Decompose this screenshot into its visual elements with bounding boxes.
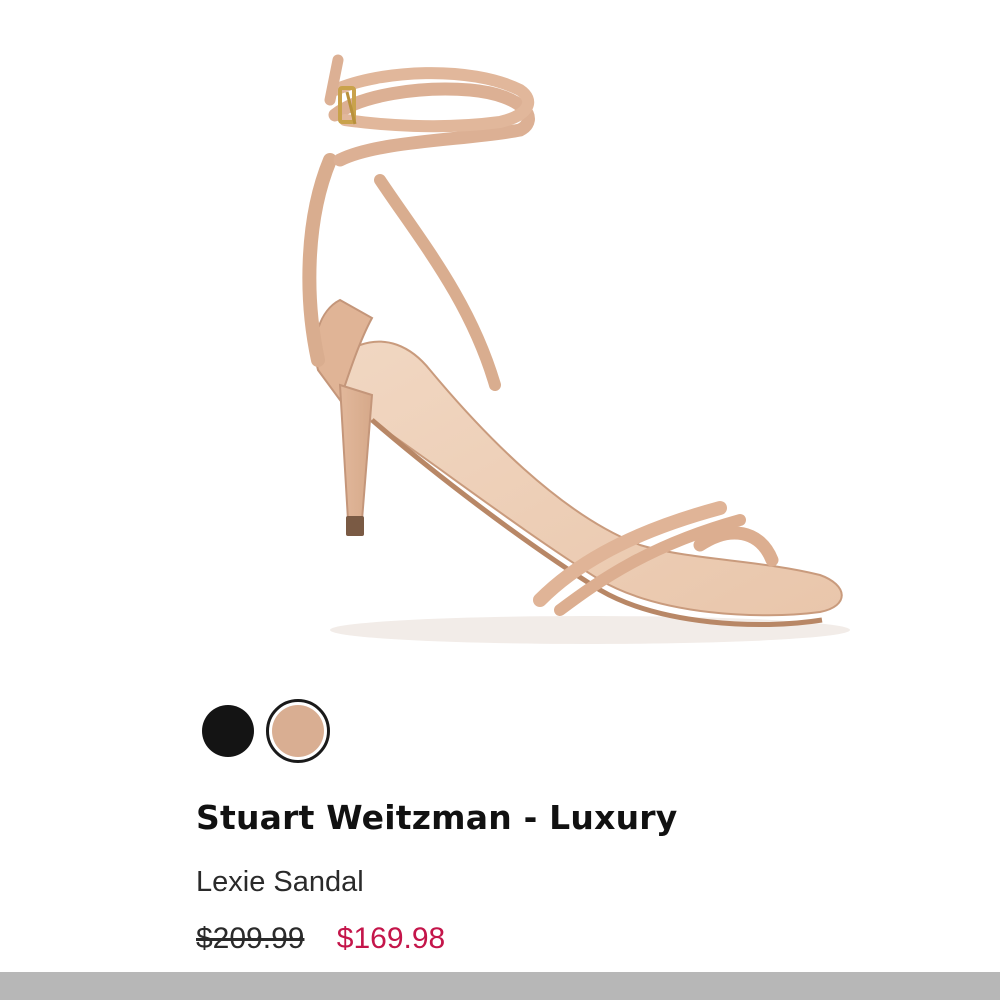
footbed: [337, 340, 843, 617]
color-swatches: [196, 696, 336, 766]
brand-name: Stuart Weitzman - Luxury: [196, 798, 678, 837]
swatch-black-dot: [202, 705, 254, 757]
strap-tail: [324, 54, 344, 106]
price-row: $209.99 $169.98: [196, 922, 445, 956]
product-image[interactable]: [0, 0, 1000, 680]
sandal-illustration: [302, 54, 850, 644]
toe-strap-3: [693, 526, 779, 567]
product-card: Stuart Weitzman - Luxury Lexie Sandal $2…: [0, 0, 1000, 1000]
shadow: [330, 616, 850, 644]
bottom-bar: [0, 972, 1000, 1000]
swatch-nude-dot: [272, 705, 324, 757]
original-price: $209.99: [196, 922, 305, 955]
sale-price: $169.98: [336, 922, 446, 955]
heel: [338, 383, 374, 521]
swatch-black[interactable]: [196, 699, 260, 763]
swatch-nude-selected[interactable]: [266, 699, 330, 763]
heel-tip: [346, 516, 364, 536]
product-name[interactable]: Lexie Sandal: [196, 866, 364, 899]
